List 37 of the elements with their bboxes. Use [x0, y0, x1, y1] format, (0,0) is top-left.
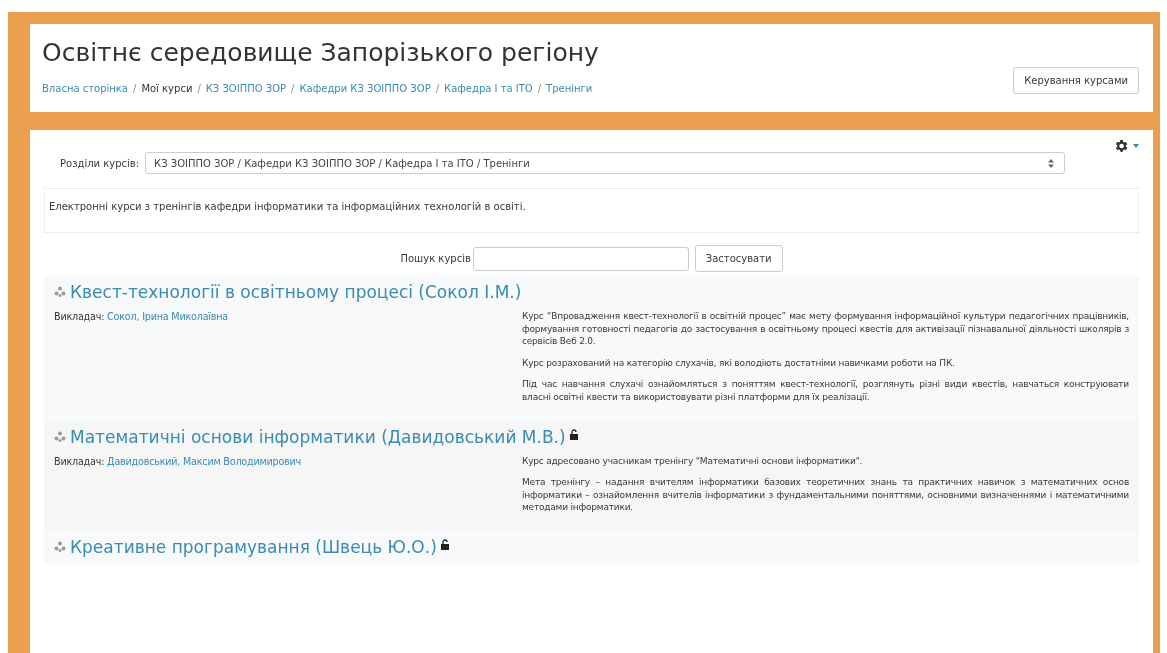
caret-icon[interactable]	[1133, 144, 1139, 148]
breadcrumb-link[interactable]: Тренінги	[546, 83, 593, 94]
settings-icon[interactable]	[1113, 138, 1129, 154]
teacher-line: Викладач: Давидовський, Максим Володимирович	[54, 454, 303, 469]
course-summary: Під час навчання слухачі ознайомляться з поняттям квест-технології, розглянуть різні види квестів, навчаться конструювати власні освітні квести та використовувати різні платформи для їх реалізації.	[522, 378, 1129, 404]
teacher-link[interactable]: Давидовський, Максим Володимирович	[107, 455, 302, 467]
teacher-line: Викладач: Сокол, Ірина Миколаївна	[54, 310, 229, 324]
course-summary: Курс адресовано учасникам тренінгу "Математичні основи інформатики".	[522, 454, 864, 468]
teacher-link[interactable]: Сокол, Ірина Миколаївна	[107, 311, 228, 322]
breadcrumb-separator: /	[537, 83, 542, 94]
manage-courses-button[interactable]: Керування курсами	[1013, 67, 1139, 94]
breadcrumb-link[interactable]: КЗ ЗОІППО ЗОР	[205, 83, 287, 94]
category-select[interactable]: КЗ ЗОІППО ЗОР / Кафедри КЗ ЗОІППО ЗОР / Кафедра І та ІТО / Тренінги	[145, 152, 1066, 174]
breadcrumb-link[interactable]: Власна сторінка	[42, 83, 128, 94]
breadcrumb-separator: /	[133, 83, 137, 94]
category-label: Розділи курсів:	[60, 157, 140, 169]
category-description: Електронні курси з тренінгів кафедри інформатики та інформаційних технологій в освіті.	[44, 188, 1139, 233]
course-summary: Курс розрахований на категорію слухачів, які володіють достатніми навичками роботи на ПК.	[522, 356, 956, 370]
course-summary: Курс “Впровадження квест-технології в освітній процес” має мету формування інформаційної культури педагогічних працівників, формування готовності педагогів до застосування в освітньому процесі квестів для активізації пізнавальної діяльності школярів з сервісів Веб 2.0.	[522, 310, 1129, 348]
course-icon	[54, 430, 66, 443]
course-title-link[interactable]: Математичні основи інформатики (Давидовський М.В.)	[70, 426, 566, 447]
breadcrumb-link[interactable]: Кафедра І та ІТО	[444, 83, 533, 94]
breadcrumb-link[interactable]: Кафедри КЗ ЗОІППО ЗОР	[299, 83, 431, 94]
course-title-link[interactable]: Квест-технології в освітньому процесі (Сокол І.М.)	[70, 282, 522, 302]
search-field[interactable]	[472, 246, 689, 271]
course-icon	[54, 540, 66, 553]
search-label: Пошук курсів	[400, 253, 471, 264]
breadcrumb-separator: /	[291, 83, 295, 94]
course-icon	[54, 286, 66, 298]
breadcrumb-separator: /	[435, 83, 440, 94]
page-title: Освітнє середовище Запорізького регіону	[42, 38, 599, 67]
select-arrows-icon	[1048, 158, 1055, 168]
breadcrumb-current: Мої курси	[141, 83, 193, 94]
breadcrumb-separator: /	[197, 83, 201, 94]
apply-button[interactable]: Застосувати	[694, 245, 783, 272]
course-summary: Мета тренінгу – надання вчителям інформатики базових теоретичних знань та практичних навичок з математичних основ інформатики – ознайомлення вчителів інформатики з фундаментальними поняттями, основними визначеннями і математичними методами інформатики.	[522, 476, 1129, 514]
course-title-link[interactable]: Креативне програмування (Швець Ю.О.)	[70, 536, 437, 557]
